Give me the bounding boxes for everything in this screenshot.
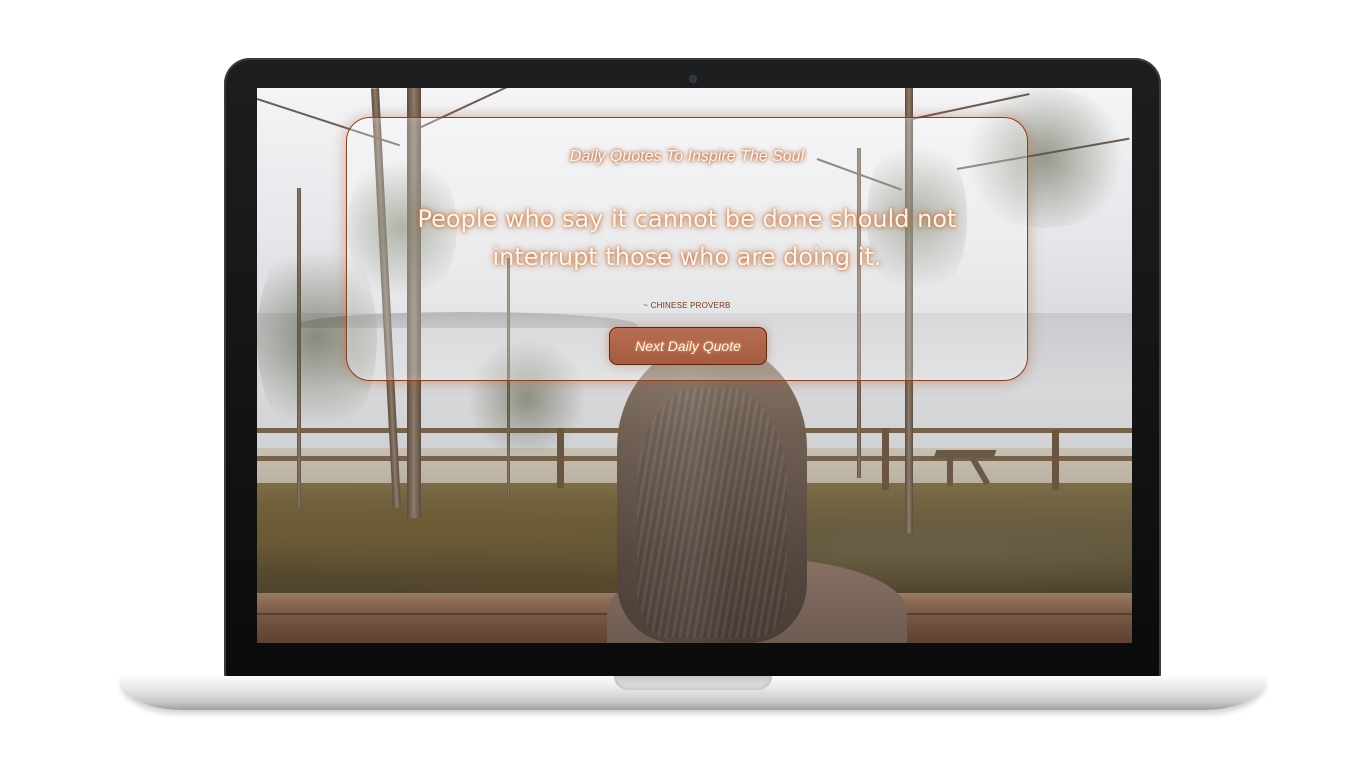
- beach-chair: [933, 450, 997, 458]
- laptop-screen: Daily Quotes To Inspire The Soul People …: [257, 88, 1132, 643]
- fence-post: [1052, 430, 1059, 490]
- laptop-opening-notch: [614, 676, 772, 690]
- next-quote-button[interactable]: Next Daily Quote: [609, 327, 767, 365]
- person-hair-strands: [637, 388, 787, 638]
- page-subtitle: Daily Quotes To Inspire The Soul: [569, 148, 805, 165]
- quote-text: People who say it cannot be done should …: [417, 205, 957, 271]
- quote-card: Daily Quotes To Inspire The Soul People …: [346, 117, 1028, 381]
- device-mockup: Daily Quotes To Inspire The Soul People …: [0, 0, 1366, 768]
- quote-author: ~ CHINESE PROVERB: [643, 301, 731, 310]
- camera-icon: [690, 76, 696, 82]
- fence-post: [882, 428, 889, 490]
- beach-chair-leg: [947, 456, 953, 486]
